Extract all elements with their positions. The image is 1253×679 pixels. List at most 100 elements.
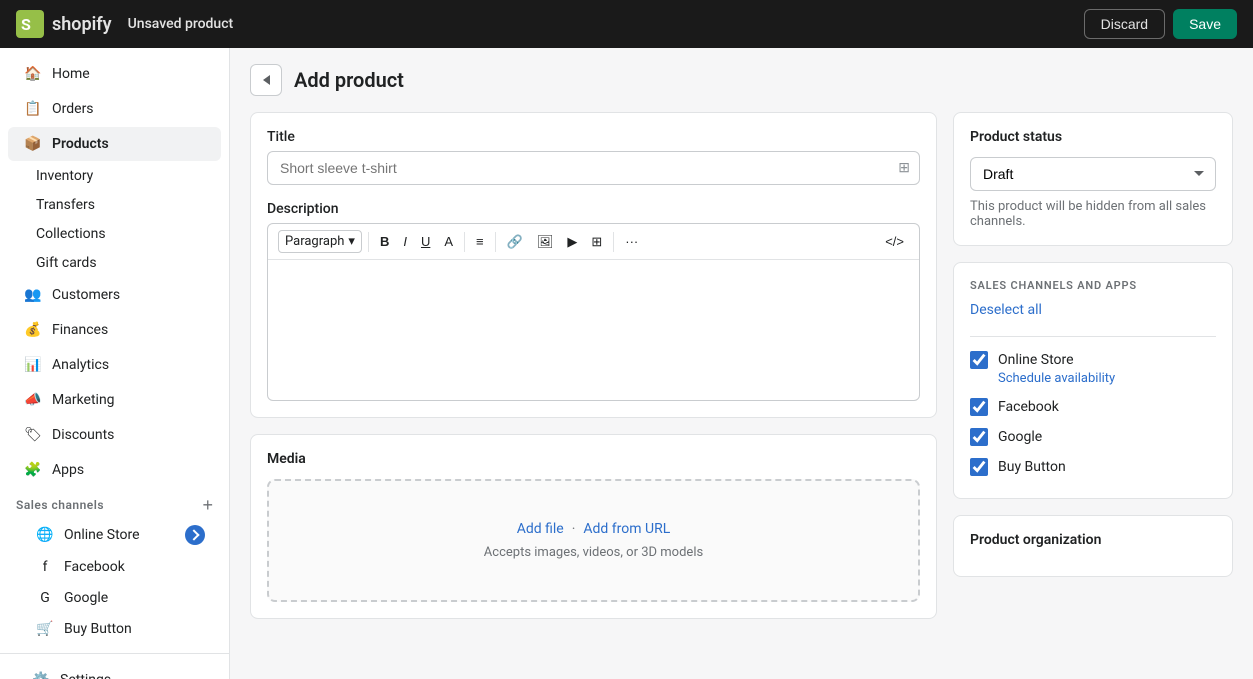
image-button[interactable]: 🖼 <box>532 231 559 253</box>
sales-channels-card: SALES CHANNELS AND APPS Deselect all Onl… <box>953 262 1233 499</box>
main-content: Add product Title ⊞ Description <box>230 48 1253 679</box>
sidebar-item-customers[interactable]: 👥 Customers <box>8 278 221 312</box>
channel-checkbox-buy-button[interactable] <box>970 458 988 476</box>
sidebar-item-collections[interactable]: Collections <box>8 220 221 248</box>
add-from-url-link[interactable]: Add from URL <box>583 521 670 537</box>
add-file-link[interactable]: Add file <box>517 521 564 537</box>
save-button[interactable]: Save <box>1173 9 1237 39</box>
channel-item-online-store: Online Store Schedule availability <box>970 345 1216 392</box>
channel-name-buy-button: Buy Button <box>998 459 1066 475</box>
sidebar-item-marketing[interactable]: 📣 Marketing <box>8 383 221 417</box>
title-input[interactable] <box>267 151 920 185</box>
media-hint: Accepts images, videos, or 3D models <box>484 545 703 560</box>
sidebar-item-label: Inventory <box>36 168 93 184</box>
sidebar-item-label: Apps <box>52 462 84 478</box>
svg-text:S: S <box>21 15 31 34</box>
title-input-icon: ⊞ <box>898 160 910 176</box>
google-icon: G <box>36 589 54 607</box>
media-dropzone[interactable]: Add file · Add from URL Accepts images, … <box>267 479 920 602</box>
page-title: Add product <box>294 68 404 92</box>
channel-name-google: Google <box>998 429 1042 445</box>
sidebar-item-label: Buy Button <box>64 621 132 637</box>
sidebar-item-gift-cards[interactable]: Gift cards <box>8 249 221 277</box>
bold-button[interactable]: B <box>375 231 394 252</box>
sidebar-item-facebook[interactable]: f Facebook <box>8 552 221 582</box>
sidebar-item-label: Analytics <box>52 357 109 373</box>
apps-icon: 🧩 <box>24 461 42 479</box>
media-card: Media Add file · Add from URL Accepts im… <box>250 434 937 619</box>
paragraph-label: Paragraph <box>285 234 344 249</box>
sidebar-item-label: Customers <box>52 287 120 303</box>
title-input-wrapper: ⊞ <box>267 151 920 185</box>
editor-body[interactable] <box>268 260 919 400</box>
sidebar-item-label: Facebook <box>64 559 125 575</box>
product-organization-title: Product organization <box>970 532 1216 548</box>
sidebar-item-transfers[interactable]: Transfers <box>8 191 221 219</box>
sidebar-item-google[interactable]: G Google <box>8 583 221 613</box>
toolbar-divider-1 <box>368 232 369 252</box>
status-select[interactable]: Draft Active <box>970 157 1216 191</box>
channel-checkbox-google[interactable] <box>970 428 988 446</box>
sidebar-item-online-store[interactable]: 🌐 Online Store <box>8 519 221 551</box>
sidebar-item-analytics[interactable]: 📊 Analytics <box>8 348 221 382</box>
add-sales-channel-button[interactable]: + <box>202 496 213 514</box>
italic-button[interactable]: I <box>398 231 412 252</box>
sidebar-bottom: ⚙️ Settings <box>0 653 229 679</box>
page-content-area: Title ⊞ Description Paragraph ▾ <box>230 112 1253 679</box>
sidebar-item-home[interactable]: 🏠 Home <box>8 57 221 91</box>
editor-toolbar: Paragraph ▾ B I U A ≡ 🔗 � <box>268 224 919 260</box>
sidebar-item-label: Discounts <box>52 427 114 443</box>
orders-icon: 📋 <box>24 100 42 118</box>
title-description-card: Title ⊞ Description Paragraph ▾ <box>250 112 937 418</box>
toolbar-divider-4 <box>613 232 614 252</box>
sidebar-item-buy-button[interactable]: 🛒 Buy Button <box>8 614 221 644</box>
shopify-wordmark: shopify <box>52 14 112 35</box>
code-button[interactable]: </> <box>880 231 909 252</box>
deselect-all-link[interactable]: Deselect all <box>970 302 1042 318</box>
discard-button[interactable]: Discard <box>1084 9 1165 39</box>
sidebar-item-products[interactable]: 📦 Products <box>8 127 221 161</box>
more-button[interactable]: ··· <box>620 231 643 252</box>
sidebar-item-settings[interactable]: ⚙️ Settings <box>16 663 213 679</box>
back-button[interactable] <box>250 64 282 96</box>
sidebar-item-finances[interactable]: 💰 Finances <box>8 313 221 347</box>
video-button[interactable]: ▶ <box>562 231 582 253</box>
channel-row-buy-button: Buy Button <box>970 458 1216 476</box>
channel-divider <box>970 336 1216 337</box>
media-links: Add file · Add from URL <box>517 521 671 537</box>
marketing-icon: 📣 <box>24 391 42 409</box>
channel-checkbox-online-store[interactable] <box>970 351 988 369</box>
customers-icon: 👥 <box>24 286 42 304</box>
online-store-toggle[interactable] <box>185 525 205 545</box>
text-color-button[interactable]: A <box>439 231 458 252</box>
schedule-availability-link[interactable]: Schedule availability <box>998 371 1216 386</box>
sidebar-item-label: Finances <box>52 322 108 338</box>
back-arrow-icon <box>263 75 270 85</box>
toolbar-divider-2 <box>464 232 465 252</box>
sidebar-item-orders[interactable]: 📋 Orders <box>8 92 221 126</box>
analytics-icon: 📊 <box>24 356 42 374</box>
shopify-logo-icon: S <box>16 10 44 38</box>
sidebar-item-label: Gift cards <box>36 255 97 271</box>
sidebar-item-discounts[interactable]: 🏷 Discounts <box>8 418 221 452</box>
topbar-actions: Discard Save <box>1084 9 1237 39</box>
sidebar-item-apps[interactable]: 🧩 Apps <box>8 453 221 487</box>
link-button[interactable]: 🔗 <box>502 231 528 253</box>
title-label: Title <box>267 129 920 145</box>
sidebar-item-inventory[interactable]: Inventory <box>8 162 221 190</box>
table-button[interactable]: ⊞ <box>586 231 607 253</box>
facebook-icon: f <box>36 558 54 576</box>
channel-item-buy-button: Buy Button <box>970 452 1216 482</box>
paragraph-select[interactable]: Paragraph ▾ <box>278 230 362 253</box>
media-title: Media <box>267 451 920 467</box>
sidebar-item-label: Transfers <box>36 197 95 213</box>
product-organization-card: Product organization <box>953 515 1233 577</box>
sidebar-item-label: Home <box>52 66 90 82</box>
channel-item-facebook: Facebook <box>970 392 1216 422</box>
channel-checkbox-facebook[interactable] <box>970 398 988 416</box>
sidebar-item-label: Collections <box>36 226 106 242</box>
sidebar-nav: 🏠 Home 📋 Orders 📦 Products Inventory Tra… <box>0 48 229 653</box>
underline-button[interactable]: U <box>416 231 435 252</box>
online-store-icon: 🌐 <box>36 526 54 544</box>
align-button[interactable]: ≡ <box>471 231 489 252</box>
